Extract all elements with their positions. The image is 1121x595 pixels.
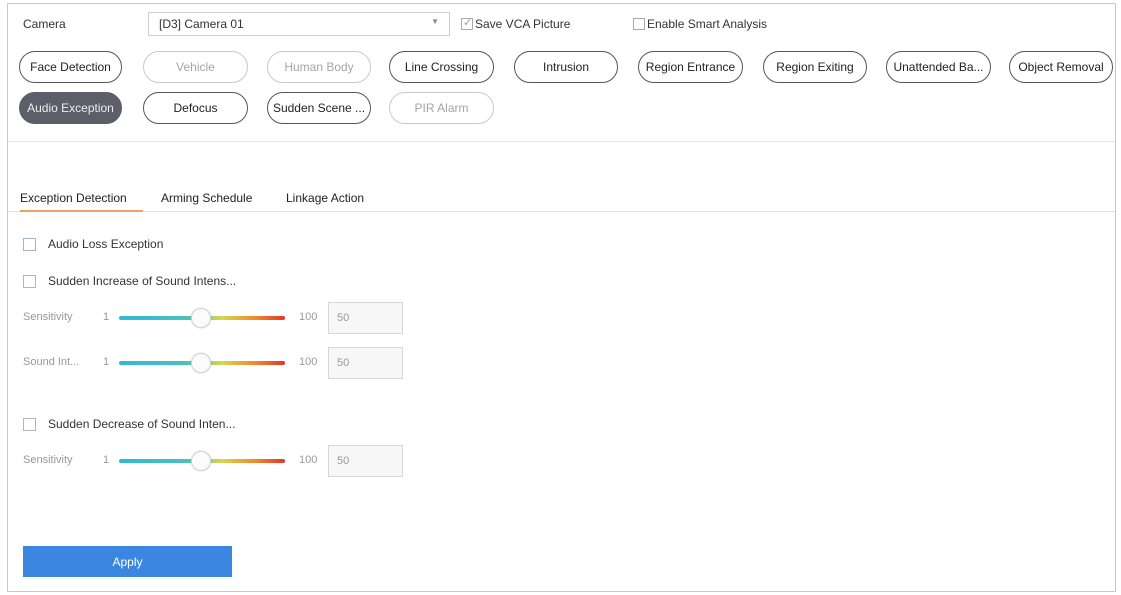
sound-intensity-slider-row: Sound Int... 1 100 50 (23, 347, 403, 379)
save-vca-checkbox-box[interactable] (461, 16, 473, 30)
sound-intensity-label: Sound Int... (23, 356, 80, 368)
apply-button[interactable]: Apply (23, 546, 232, 577)
event-region-exiting-button[interactable]: Region Exiting (763, 51, 867, 83)
sound-intensity-value: 50 (337, 357, 350, 369)
smart-analysis-checkbox[interactable]: Enable Smart Analysis (633, 17, 767, 31)
active-tab-indicator (20, 210, 143, 212)
save-vca-label: Save VCA Picture (475, 17, 571, 31)
slider-min-label: 1 (103, 356, 110, 368)
increase-sensitivity-slider-row: Sensitivity 1 100 50 (23, 302, 403, 334)
sensitivity-label: Sensitivity (23, 454, 73, 466)
slider-min-label: 1 (103, 311, 110, 323)
smart-analysis-label: Enable Smart Analysis (647, 17, 768, 31)
triangle-down-icon: ▼ (431, 17, 439, 26)
divider (8, 141, 1115, 142)
sensitivity-label: Sensitivity (23, 311, 73, 323)
slider-max-label: 100 (299, 356, 318, 368)
save-vca-checkbox[interactable]: Save VCA Picture (461, 16, 571, 31)
camera-label: Camera (23, 17, 66, 31)
event-region-entrance-button[interactable]: Region Entrance (638, 51, 743, 83)
tab-exception-detection[interactable]: Exception Detection (20, 191, 127, 205)
audio-loss-exception-checkbox[interactable]: Audio Loss Exception (23, 237, 163, 251)
decrease-sensitivity-value-input[interactable]: 50 (328, 445, 403, 477)
slider-max-label: 100 (299, 454, 318, 466)
decrease-sensitivity-value: 50 (337, 455, 350, 467)
event-line-crossing-button[interactable]: Line Crossing (389, 51, 494, 83)
slider-max-label: 100 (299, 311, 318, 323)
slider-min-label: 1 (103, 454, 110, 466)
event-human-body-button[interactable]: Human Body (267, 51, 371, 83)
sudden-increase-checkbox-box[interactable] (23, 274, 36, 288)
event-defocus-button[interactable]: Defocus (143, 92, 248, 124)
camera-select[interactable]: [D3] Camera 01 ▼ (148, 12, 450, 36)
event-unattended-baggage-button[interactable]: Unattended Ba... (886, 51, 991, 83)
audio-loss-checkbox-box[interactable] (23, 237, 36, 251)
event-vehicle-button[interactable]: Vehicle (143, 51, 248, 83)
sensitivity-value-input[interactable]: 50 (328, 302, 403, 334)
sound-intensity-value-input[interactable]: 50 (328, 347, 403, 379)
event-audio-exception-button[interactable]: Audio Exception (19, 92, 122, 124)
sound-intensity-slider-handle[interactable] (191, 353, 211, 373)
event-sudden-scene-change-button[interactable]: Sudden Scene ... (267, 92, 371, 124)
decrease-sensitivity-slider-handle[interactable] (191, 451, 211, 471)
tab-bar-line (8, 211, 1115, 212)
tab-arming-schedule[interactable]: Arming Schedule (161, 191, 252, 205)
audio-loss-label: Audio Loss Exception (48, 237, 164, 251)
sensitivity-value: 50 (337, 312, 350, 324)
event-object-removal-button[interactable]: Object Removal (1009, 51, 1113, 83)
smart-analysis-checkbox-box[interactable] (633, 18, 645, 30)
smart-event-panel: Camera [D3] Camera 01 ▼ Save VCA Picture… (7, 3, 1116, 592)
sudden-decrease-checkbox-box[interactable] (23, 417, 36, 431)
camera-select-value: [D3] Camera 01 (159, 17, 244, 31)
sudden-decrease-checkbox[interactable]: Sudden Decrease of Sound Inten... (23, 417, 235, 431)
sudden-increase-checkbox[interactable]: Sudden Increase of Sound Intens... (23, 274, 236, 288)
event-pir-alarm-button[interactable]: PIR Alarm (389, 92, 494, 124)
sudden-decrease-label: Sudden Decrease of Sound Inten... (48, 417, 236, 431)
sensitivity-slider-handle[interactable] (191, 308, 211, 328)
event-face-detection-button[interactable]: Face Detection (19, 51, 122, 83)
sudden-increase-label: Sudden Increase of Sound Intens... (48, 274, 237, 288)
tab-linkage-action[interactable]: Linkage Action (286, 191, 364, 205)
decrease-sensitivity-slider-row: Sensitivity 1 100 50 (23, 445, 403, 477)
event-intrusion-button[interactable]: Intrusion (514, 51, 618, 83)
